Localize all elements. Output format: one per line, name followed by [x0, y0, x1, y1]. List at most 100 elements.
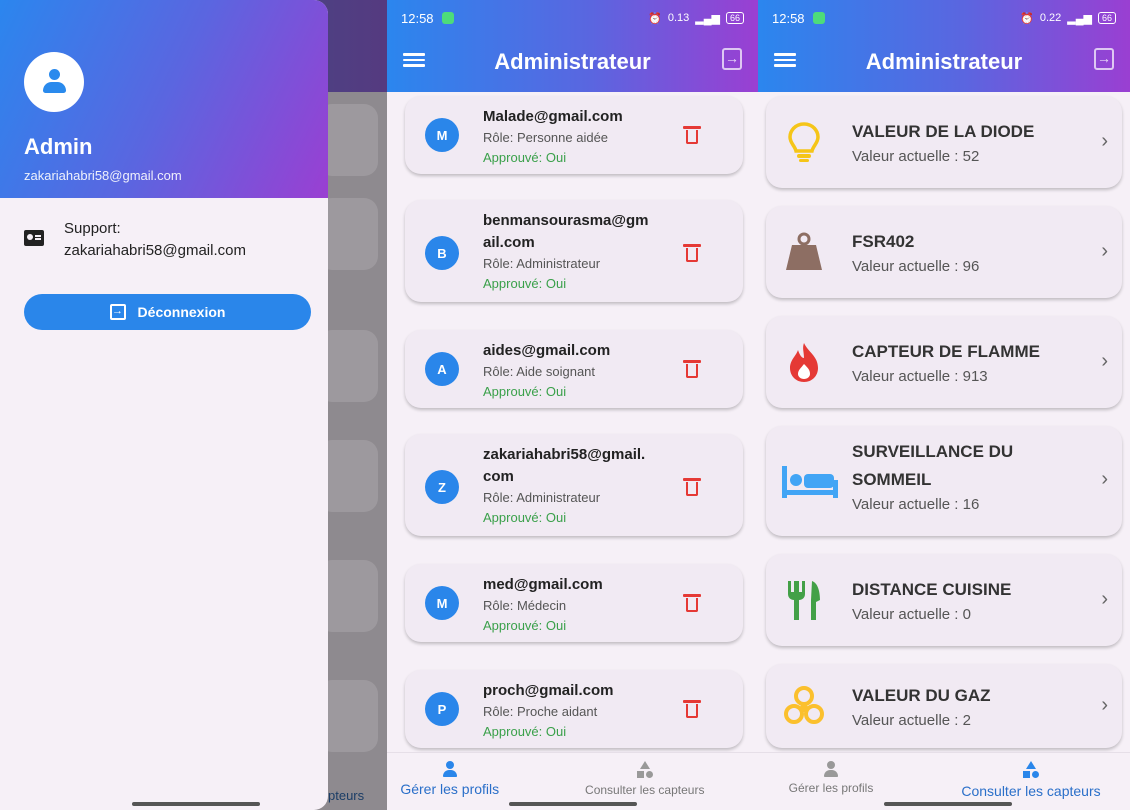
app-bar: 12:58 ⏰ 0.13 ▂▄▆ 66 Administrateur → [387, 0, 758, 92]
nav-sensors-label: Consulter les capteurs [961, 783, 1101, 799]
restaurant-icon [788, 581, 820, 620]
sensor-card[interactable]: CAPTEUR DE FLAMME Valeur actuelle : 913 … [766, 316, 1122, 408]
person-icon [442, 761, 457, 777]
chevron-right-icon: › [1101, 694, 1108, 716]
page-title: Administrateur [865, 49, 1023, 74]
status-bar: 12:58 ⏰ 0.22 ▂▄▆ 66 [772, 8, 1116, 28]
profile-email: med@gmail.com [483, 576, 603, 593]
person-icon [41, 69, 67, 95]
profile-approved: Approuvé: Oui [483, 384, 567, 399]
sensor-value: Valeur actuelle : 16 [852, 496, 980, 513]
chevron-right-icon: › [1101, 468, 1108, 490]
sensors-screen: 12:58 ⏰ 0.22 ▂▄▆ 66 Administrateur → VALEUR… [758, 0, 1130, 810]
profile-email: proch@gmail.com [483, 682, 614, 699]
logout-label: Déconnexion [137, 304, 226, 320]
dimmed-nav-label: pteurs [328, 788, 365, 803]
chevron-right-icon: › [1101, 130, 1108, 152]
support-email: zakariahabri58@gmail.com [64, 242, 246, 259]
chevron-right-icon: › [1101, 240, 1108, 262]
chevron-right-icon: › [1101, 350, 1108, 372]
nav-profiles-label: Gérer les profils [788, 781, 874, 795]
logout-button[interactable]: → Déconnexion [24, 294, 311, 330]
sensor-title: VALEUR DU GAZ [852, 686, 991, 705]
drawer-header: Admin zakariahabri58@gmail.com [0, 0, 328, 198]
profile-card[interactable]: P proch@gmail.com Rôle: Proche aidant Ap… [405, 670, 743, 748]
contact-card-icon [24, 230, 44, 246]
delete-icon[interactable] [683, 478, 701, 496]
delete-icon[interactable] [683, 594, 701, 612]
status-time: 12:58 [401, 10, 434, 26]
profile-card[interactable]: B benmansourasma@gmail.com Rôle: Adminis… [405, 200, 743, 302]
profile-card[interactable]: A aides@gmail.com Rôle: Aide soignant Ap… [405, 330, 743, 408]
support-label: Support: [64, 220, 121, 237]
profile-role: Rôle: Aide soignant [483, 364, 596, 379]
sensor-value: Valeur actuelle : 52 [852, 148, 980, 165]
avatar: P [425, 692, 459, 726]
delete-icon[interactable] [683, 244, 701, 262]
profile-approved: Approuvé: Oui [483, 150, 567, 165]
sensor-list[interactable]: VALEUR DE LA DIODE Valeur actuelle : 52 … [758, 92, 1130, 752]
avatar [24, 52, 84, 112]
home-indicator [884, 802, 1012, 806]
weight-icon [786, 232, 822, 270]
sensor-title: DISTANCE CUISINE [852, 580, 1012, 599]
profile-card[interactable]: M med@gmail.com Rôle: Médecin Approuvé: … [405, 564, 743, 642]
shapes-icon [1023, 761, 1039, 779]
nav-profiles[interactable]: Gérer les profils [758, 761, 924, 795]
chevron-right-icon: › [1101, 588, 1108, 610]
profile-approved: Approuvé: Oui [483, 276, 567, 291]
sensor-card[interactable]: DISTANCE CUISINE Valeur actuelle : 0 › [766, 554, 1122, 646]
flame-icon [790, 343, 818, 382]
drawer-user-email: zakariahabri58@gmail.com [24, 168, 182, 183]
net-speed: 0.13 [667, 12, 690, 24]
sensor-value: Valeur actuelle : 0 [852, 606, 971, 623]
avatar: M [425, 586, 459, 620]
profile-card[interactable]: M Malade@gmail.com Rôle: Personne aidée … [405, 96, 743, 174]
avatar: Z [425, 470, 459, 504]
sensor-value: Valeur actuelle : 96 [852, 258, 980, 275]
page-title: Administrateur [494, 49, 651, 74]
profile-role: Rôle: Personne aidée [483, 130, 609, 145]
sensor-card[interactable]: VALEUR DU GAZ Valeur actuelle : 2 › [766, 664, 1122, 748]
app-bar: 12:58 ⏰ 0.22 ▂▄▆ 66 Administrateur → [758, 0, 1130, 92]
sensor-card[interactable]: FSR402 Valeur actuelle : 96 › [766, 206, 1122, 298]
person-icon [824, 761, 838, 777]
bed-icon [782, 466, 838, 498]
battery-icon: 66 [725, 12, 744, 24]
profile-email: zakariahabri58@gmail.com [483, 446, 646, 485]
battery-icon: 66 [1097, 12, 1116, 24]
logout-icon-button[interactable]: → [722, 48, 742, 70]
alarm-icon: ⏰ [1020, 12, 1034, 25]
profile-email: aides@gmail.com [483, 342, 611, 359]
alarm-icon: ⏰ [648, 12, 662, 25]
shapes-icon [636, 761, 653, 779]
logout-icon: → [109, 304, 126, 320]
profile-role: Rôle: Administrateur [483, 490, 601, 505]
profile-approved: Approuvé: Oui [483, 510, 567, 525]
sensor-card[interactable]: VALEUR DE LA DIODE Valeur actuelle : 52 … [766, 96, 1122, 188]
delete-icon[interactable] [683, 700, 701, 718]
avatar: M [425, 118, 459, 152]
menu-button[interactable] [774, 50, 796, 68]
nav-profiles[interactable]: Gérer les profils [387, 761, 543, 797]
drawer-user-name: Admin [24, 134, 93, 159]
profile-card[interactable]: Z zakariahabri58@gmail.com Rôle: Adminis… [405, 434, 743, 536]
sensor-title: FSR402 [852, 232, 915, 251]
support-info: Support: zakariahabri58@gmail.com [24, 218, 246, 262]
sensor-card[interactable]: SURVEILLANCE DU SOMMEIL Valeur actuelle … [766, 426, 1122, 536]
menu-button[interactable] [403, 50, 425, 68]
status-bar: 12:58 ⏰ 0.13 ▂▄▆ 66 [401, 8, 744, 28]
profile-list[interactable]: M Malade@gmail.com Rôle: Personne aidée … [387, 92, 758, 752]
nav-sensors-label: Consulter les capteurs [585, 783, 705, 797]
nav-profiles-label: Gérer les profils [400, 781, 500, 797]
nav-sensors[interactable]: Consulter les capteurs [552, 761, 738, 797]
bottom-nav: Gérer les profils Consulter les capteurs [387, 752, 758, 810]
profile-role: Rôle: Proche aidant [483, 704, 598, 719]
nav-sensors[interactable]: Consulter les capteurs [938, 761, 1124, 799]
sensor-title: CAPTEUR DE FLAMME [852, 342, 1040, 361]
profile-role: Rôle: Administrateur [483, 256, 601, 271]
logout-icon-button[interactable]: → [1094, 48, 1114, 70]
avatar: B [425, 236, 459, 270]
delete-icon[interactable] [683, 126, 701, 144]
delete-icon[interactable] [683, 360, 701, 378]
